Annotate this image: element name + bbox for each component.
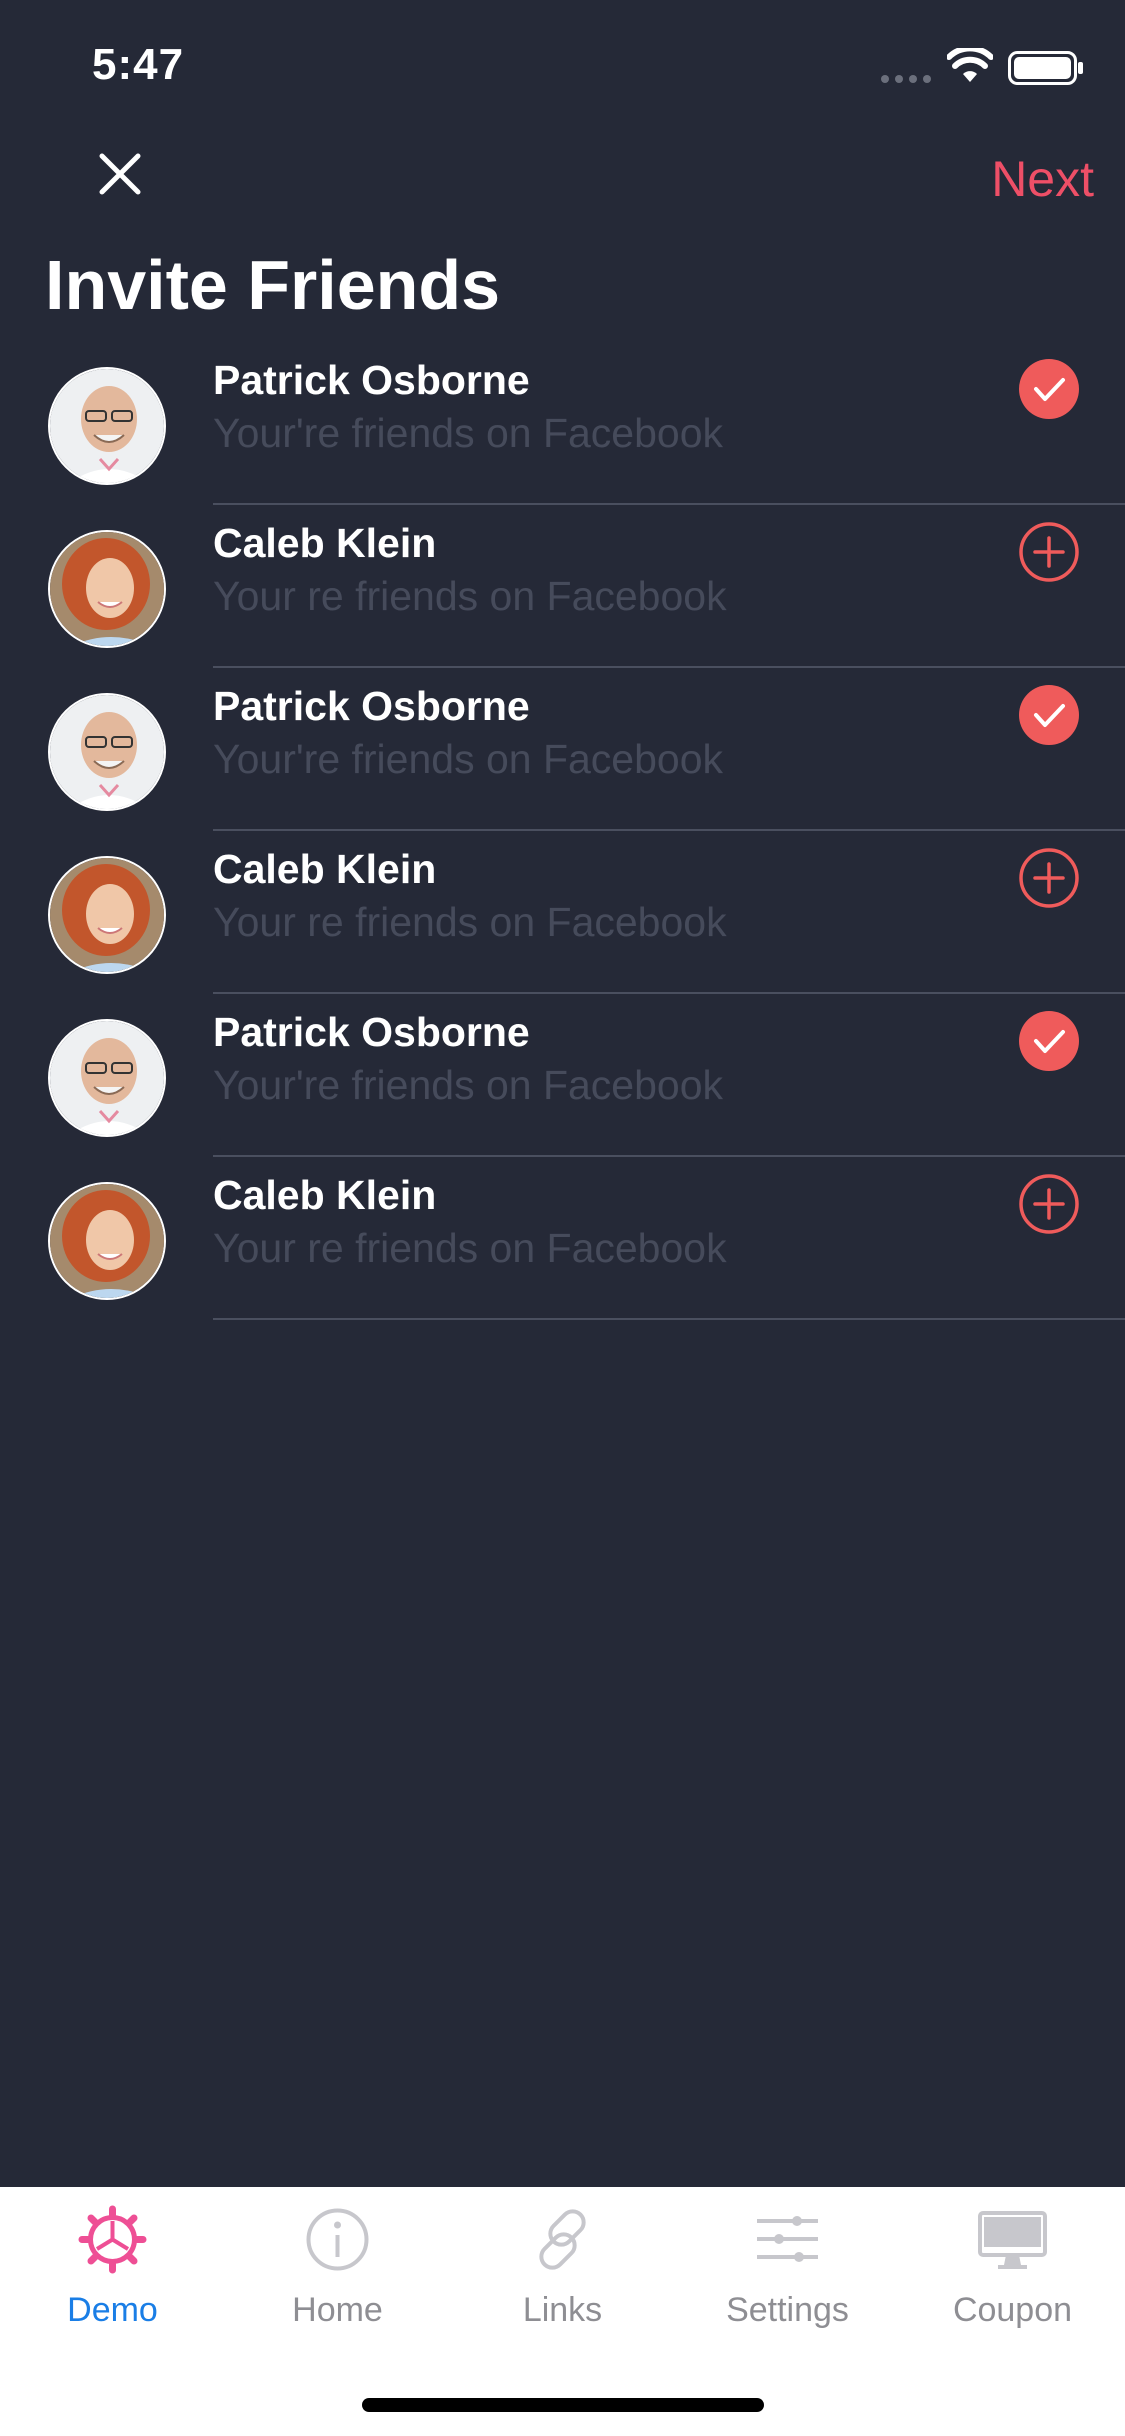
friend-subtitle: Your're friends on Facebook bbox=[213, 736, 724, 782]
avatar bbox=[48, 856, 166, 974]
next-button[interactable]: Next bbox=[991, 150, 1094, 208]
tab-home[interactable]: Home bbox=[225, 2187, 450, 2337]
friend-subtitle: Your re friends on Facebook bbox=[213, 899, 727, 945]
checkmark-icon[interactable] bbox=[1018, 684, 1080, 746]
avatar bbox=[48, 1019, 166, 1137]
add-icon[interactable] bbox=[1018, 1173, 1080, 1235]
friend-name: Patrick Osborne bbox=[213, 683, 530, 729]
avatar bbox=[48, 693, 166, 811]
friend-subtitle: Your re friends on Facebook bbox=[213, 573, 727, 619]
close-icon bbox=[99, 153, 141, 195]
friend-name: Caleb Klein bbox=[213, 520, 437, 566]
tab-label: Settings bbox=[726, 2291, 849, 2329]
friend-name: Patrick Osborne bbox=[213, 357, 530, 403]
friend-row[interactable]: Patrick Osborne Your're friends on Facebo… bbox=[0, 994, 1125, 1157]
friend-list: Patrick Osborne Your're friends on Facebo… bbox=[0, 342, 1125, 1320]
friend-subtitle: Your re friends on Facebook bbox=[213, 1225, 727, 1271]
friend-name: Caleb Klein bbox=[213, 846, 437, 892]
avatar bbox=[48, 1182, 166, 1300]
tab-links[interactable]: Links bbox=[450, 2187, 675, 2337]
status-time: 5:47 bbox=[92, 40, 185, 89]
friend-row[interactable]: Caleb Klein Your re friends on Facebook bbox=[0, 1157, 1125, 1320]
home-indicator bbox=[362, 2398, 764, 2412]
wifi-icon bbox=[947, 48, 993, 82]
tab-settings[interactable]: Settings bbox=[675, 2187, 900, 2337]
tab-demo[interactable]: Demo bbox=[0, 2187, 225, 2337]
friend-row[interactable]: Caleb Klein Your re friends on Facebook bbox=[0, 831, 1125, 994]
link-icon bbox=[539, 2209, 586, 2270]
friend-subtitle: Your're friends on Facebook bbox=[213, 410, 724, 456]
divider bbox=[213, 1318, 1125, 1320]
gear-icon bbox=[78, 2205, 147, 2274]
tab-coupon[interactable]: Coupon bbox=[900, 2187, 1125, 2337]
friend-row[interactable]: Patrick Osborne Your're friends on Facebo… bbox=[0, 668, 1125, 831]
checkmark-icon[interactable] bbox=[1018, 358, 1080, 420]
add-icon[interactable] bbox=[1018, 521, 1080, 583]
friend-name: Patrick Osborne bbox=[213, 1009, 530, 1055]
friend-subtitle: Your're friends on Facebook bbox=[213, 1062, 724, 1108]
friend-name: Caleb Klein bbox=[213, 1172, 437, 1218]
info-icon bbox=[306, 2208, 369, 2271]
tab-label: Coupon bbox=[952, 2291, 1073, 2329]
tab-label: Demo bbox=[67, 2291, 158, 2329]
tab-label: Home bbox=[292, 2291, 383, 2329]
sliders-icon bbox=[757, 2216, 818, 2262]
friend-row[interactable]: Patrick Osborne Your're friends on Facebo… bbox=[0, 342, 1125, 505]
add-icon[interactable] bbox=[1018, 847, 1080, 909]
avatar bbox=[48, 530, 166, 648]
signal-icon bbox=[881, 75, 931, 83]
status-bar: 5:47 bbox=[0, 0, 1125, 130]
checkmark-icon[interactable] bbox=[1018, 1010, 1080, 1072]
monitor-icon bbox=[978, 2211, 1047, 2269]
avatar bbox=[48, 367, 166, 485]
page-title: Invite Friends bbox=[45, 246, 501, 324]
friend-row[interactable]: Caleb Klein Your re friends on Facebook bbox=[0, 505, 1125, 668]
battery-icon bbox=[1008, 51, 1083, 85]
close-button[interactable] bbox=[96, 150, 144, 198]
tab-label: Links bbox=[522, 2291, 603, 2329]
